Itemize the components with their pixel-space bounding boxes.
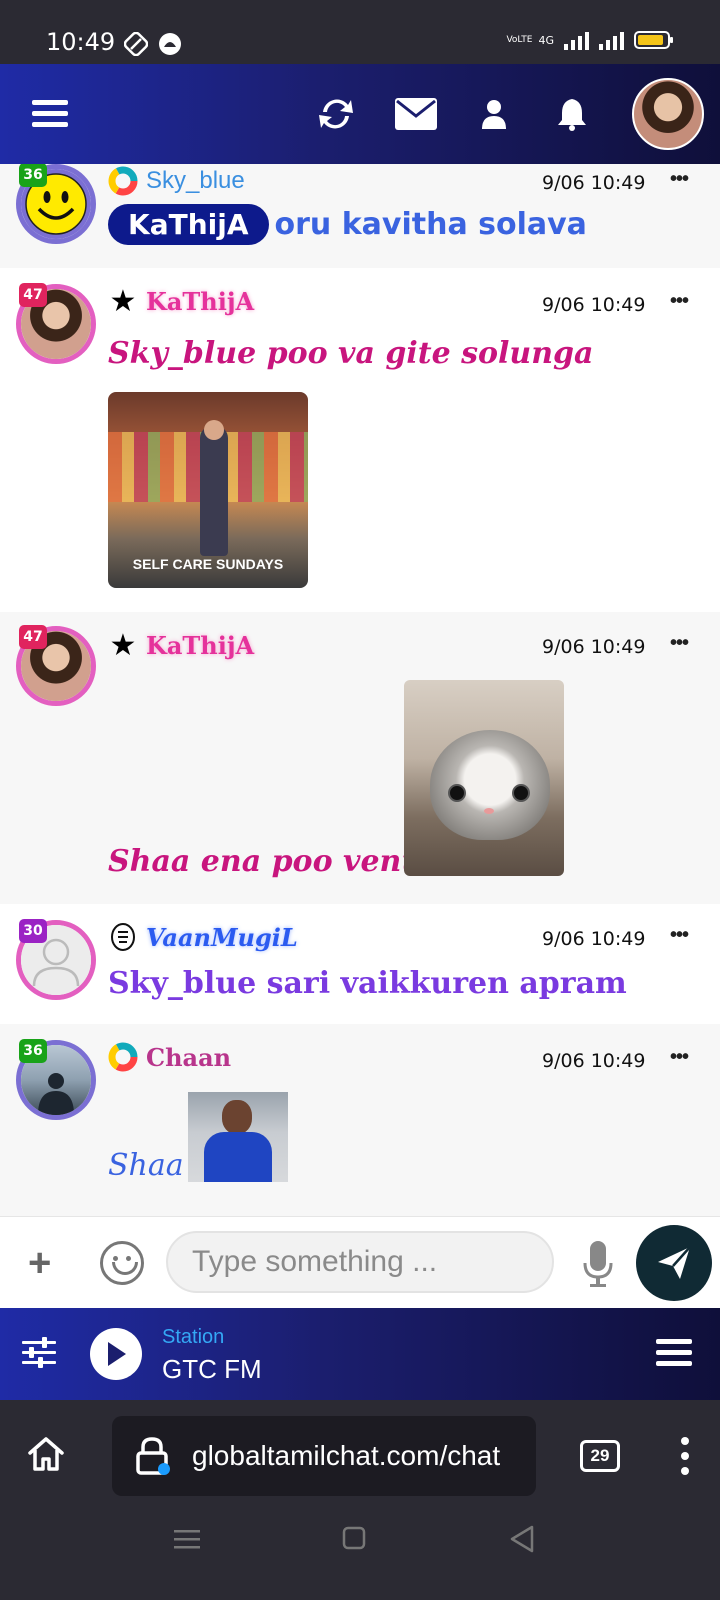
gif-image[interactable]: SELF CARE SUNDAYS (108, 392, 308, 588)
message-header: Chaan (108, 1042, 231, 1072)
username[interactable]: KaThijA (146, 287, 254, 316)
station-label: Station (162, 1326, 225, 1348)
cat-image[interactable] (404, 680, 564, 876)
top-nav (0, 64, 720, 164)
send-button[interactable] (636, 1225, 712, 1301)
refresh-icon[interactable] (314, 92, 358, 136)
user-icon[interactable] (472, 92, 516, 136)
message-header: Sky_blue (108, 166, 245, 196)
volte-label: VoLTE (506, 34, 533, 45)
menu-icon[interactable] (28, 92, 72, 136)
level-badge: 47 (19, 283, 47, 307)
tab-count-button[interactable]: 29 (580, 1440, 620, 1472)
play-button[interactable] (90, 1328, 142, 1380)
chat-message: 30 VaanMugiL 9/06 10:49 ••• Sky_blue sar… (0, 904, 720, 1024)
home-button-icon[interactable] (342, 1526, 366, 1555)
level-badge: 47 (19, 625, 47, 649)
profile-avatar[interactable] (632, 78, 704, 150)
person-silhouette-icon (38, 1073, 74, 1115)
address-bar[interactable]: globaltamilchat.com/chat (112, 1416, 536, 1496)
paper-plane-icon (658, 1246, 691, 1279)
signal-2-icon (599, 30, 624, 50)
status-bar: 10:49 VoLTE 4G (0, 0, 720, 64)
network-label: 4G (538, 33, 554, 47)
message-text: Shaa (108, 1148, 184, 1183)
user-avatar[interactable]: 47 (16, 625, 96, 706)
chat-message: 47 ★ KaThijA 9/06 10:49 ••• Sky_blue poo… (0, 268, 720, 612)
message-text: Sky_blue sari vaikkuren apram (108, 966, 627, 1001)
star-icon: ★ (109, 628, 137, 662)
status-time: 10:49 (46, 28, 116, 56)
radio-player: Station GTC FM (0, 1308, 720, 1400)
mention-tag[interactable]: KaThijA (108, 204, 269, 245)
username[interactable]: VaanMugiL (146, 923, 298, 952)
status-right: VoLTE 4G (506, 30, 673, 50)
equalizer-settings-icon[interactable] (22, 1336, 56, 1370)
chat-log: 36 Sky_blue 9/06 10:49 ••• KaThijA oru ka… (0, 164, 720, 1216)
more-options-icon[interactable]: ••• (670, 290, 689, 313)
level-badge: 30 (19, 919, 47, 943)
signal-icon (564, 30, 589, 50)
timestamp: 9/06 10:49 (542, 636, 646, 658)
user-avatar[interactable]: 36 (16, 164, 96, 244)
chat-message: 36 Sky_blue 9/06 10:49 ••• KaThijA oru ka… (0, 164, 720, 268)
more-options-icon[interactable]: ••• (670, 1046, 689, 1069)
browser-menu-icon[interactable] (680, 1436, 690, 1476)
message-header: ★ KaThijA (108, 284, 255, 318)
home-icon[interactable] (26, 1434, 66, 1474)
recents-icon[interactable] (174, 1526, 200, 1557)
notification-icon (158, 32, 182, 56)
timestamp: 9/06 10:49 (542, 294, 646, 316)
message-header: ★ KaThijA (108, 628, 255, 662)
level-badge: 36 (19, 164, 47, 187)
message-composer: + (0, 1216, 720, 1308)
add-attachment-button[interactable]: + (28, 1241, 51, 1286)
microphone-icon[interactable] (582, 1239, 614, 1289)
station-name: GTC FM (162, 1354, 262, 1384)
timestamp: 9/06 10:49 (542, 928, 646, 950)
mail-icon[interactable] (394, 92, 438, 136)
more-options-icon[interactable]: ••• (670, 924, 689, 947)
system-navigation-bar (0, 1504, 720, 1600)
star-icon: ★ (109, 284, 137, 318)
lock-icon[interactable] (134, 1436, 170, 1476)
more-options-icon[interactable]: ••• (670, 632, 689, 655)
more-options-icon[interactable]: ••• (670, 168, 689, 191)
timestamp: 9/06 10:49 (542, 1050, 646, 1072)
nfc-icon (123, 31, 149, 57)
gif-caption: SELF CARE SUNDAYS (132, 556, 284, 572)
username[interactable]: Chaan (146, 1043, 231, 1072)
message-text: Shaa ena poo venum (108, 844, 455, 879)
back-icon[interactable] (508, 1524, 536, 1559)
rank-emblem-icon (108, 922, 138, 952)
username[interactable]: KaThijA (146, 631, 254, 660)
rank-ring-icon (108, 166, 138, 196)
message-body: oru kavitha solava (274, 207, 587, 242)
emoji-icon[interactable] (100, 1241, 144, 1285)
user-avatar[interactable]: 30 (16, 919, 96, 1000)
user-avatar[interactable]: 36 (16, 1039, 96, 1120)
timestamp: 9/06 10:49 (542, 172, 646, 194)
battery-icon (634, 31, 673, 49)
play-icon (108, 1342, 126, 1366)
browser-toolbar: globaltamilchat.com/chat 29 (0, 1400, 720, 1504)
message-text: Sky_blue poo va gite solunga (108, 336, 594, 371)
chat-message: 36 Chaan 9/06 10:49 ••• Shaa (0, 1024, 720, 1216)
bell-icon[interactable] (550, 92, 594, 136)
message-input[interactable] (166, 1231, 554, 1293)
message-header: VaanMugiL (108, 922, 298, 952)
user-avatar[interactable]: 47 (16, 283, 96, 364)
rank-ring-icon (108, 1042, 138, 1072)
level-badge: 36 (19, 1039, 47, 1063)
gif-image[interactable] (188, 1092, 288, 1182)
url-text: globaltamilchat.com/chat (192, 1440, 501, 1471)
message-text: KaThijA oru kavitha solava (108, 204, 587, 245)
username[interactable]: Sky_blue (146, 167, 245, 195)
chat-message: 47 ★ KaThijA 9/06 10:49 ••• Shaa ena poo… (0, 612, 720, 904)
radio-menu-icon[interactable] (656, 1338, 692, 1368)
